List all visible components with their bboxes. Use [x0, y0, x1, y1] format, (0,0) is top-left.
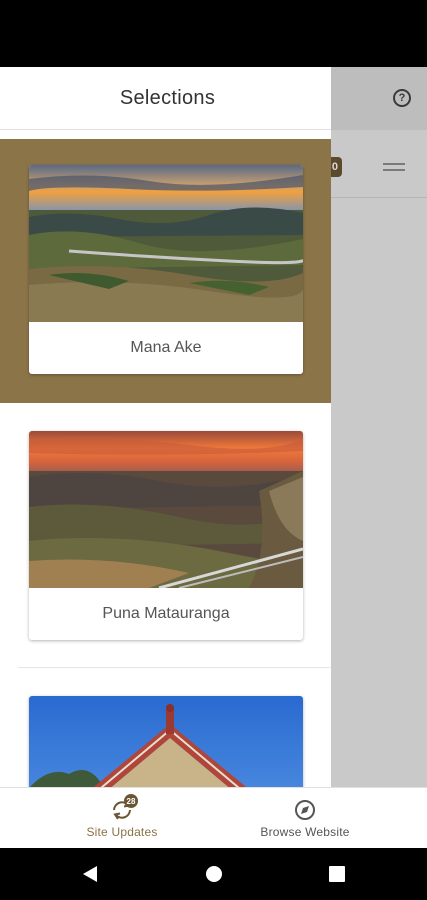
landscape-image [29, 165, 303, 322]
selection-item-puna-matauranga[interactable]: Puna Matauranga [0, 403, 331, 667]
screen: ? 0 Selections Mana Ake Puna Matauranga … [0, 0, 427, 900]
site-updates-label: Site Updates [86, 825, 158, 839]
selections-drawer: Selections Mana Ake Puna Matauranga [0, 67, 331, 787]
drawer-header: Selections [0, 67, 331, 130]
selection-card[interactable]: Puna Matauranga [29, 431, 303, 640]
selection-item-mana-ake[interactable]: Mana Ake [0, 139, 331, 403]
selection-item-3[interactable] [0, 668, 331, 787]
selection-card-label: Puna Matauranga [102, 605, 230, 622]
drawer-title: Selections [119, 86, 216, 109]
marae-image [29, 696, 303, 787]
compass-icon [293, 798, 317, 822]
bottom-navigation: 28 Site Updates Browse Website [0, 787, 427, 848]
help-icon[interactable]: ? [393, 89, 411, 107]
home-icon[interactable] [202, 862, 226, 886]
status-bar [0, 0, 427, 67]
sync-icon: 28 [110, 794, 138, 822]
site-updates-button[interactable]: 28 Site Updates [62, 788, 182, 849]
system-navigation-bar [0, 848, 427, 900]
recents-icon[interactable] [325, 862, 349, 886]
browse-website-label: Browse Website [260, 825, 350, 839]
browse-website-button[interactable]: Browse Website [245, 788, 365, 849]
menu-icon[interactable] [383, 163, 405, 172]
landscape-image [29, 431, 303, 588]
selection-card[interactable]: Mana Ake [29, 165, 303, 374]
selection-card[interactable] [29, 696, 303, 787]
back-icon[interactable] [78, 862, 102, 886]
selection-card-label: Mana Ake [130, 339, 202, 356]
updates-count-badge: 28 [124, 794, 138, 808]
